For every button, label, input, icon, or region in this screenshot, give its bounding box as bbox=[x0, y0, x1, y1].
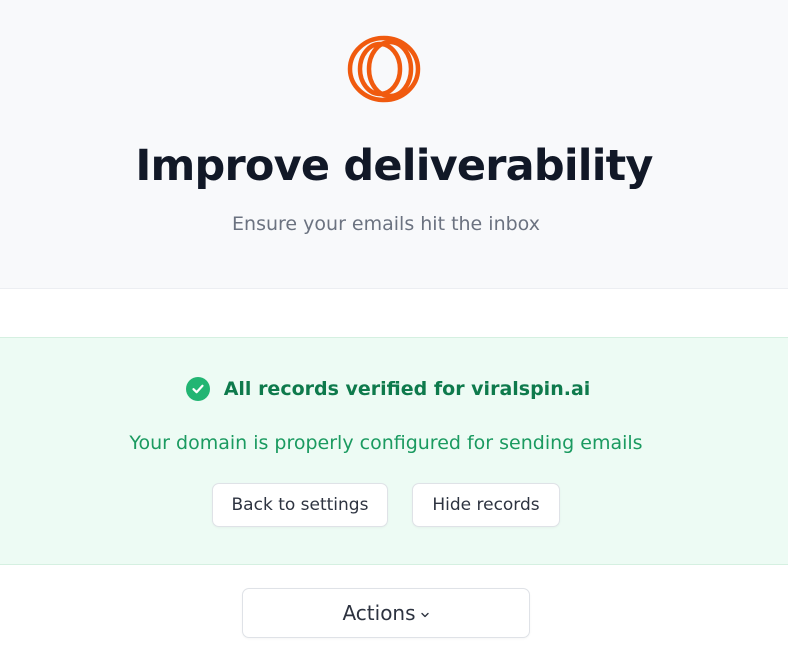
verified-headline: All records verified for viralspin.ai bbox=[223, 378, 591, 400]
back-to-settings-button[interactable]: Back to settings bbox=[212, 483, 388, 527]
actions-label: Actions bbox=[342, 601, 416, 625]
page-title: Improve deliverability bbox=[135, 141, 653, 191]
verified-status-row: All records verified for viralspin.ai bbox=[0, 376, 776, 402]
hide-records-button[interactable]: Hide records bbox=[412, 483, 560, 527]
verified-description: Your domain is properly configured for s… bbox=[129, 432, 643, 454]
check-circle-icon bbox=[185, 377, 210, 401]
rings-logo-icon bbox=[346, 34, 426, 104]
actions-dropdown-button[interactable]: Actions bbox=[242, 588, 530, 638]
chevron-down-icon bbox=[420, 611, 430, 619]
verification-status-banner: All records verified for viralspin.ai Yo… bbox=[0, 337, 788, 565]
page-header: Improve deliverability Ensure your email… bbox=[0, 0, 788, 289]
page-subtitle: Ensure your emails hit the inbox bbox=[232, 213, 540, 235]
